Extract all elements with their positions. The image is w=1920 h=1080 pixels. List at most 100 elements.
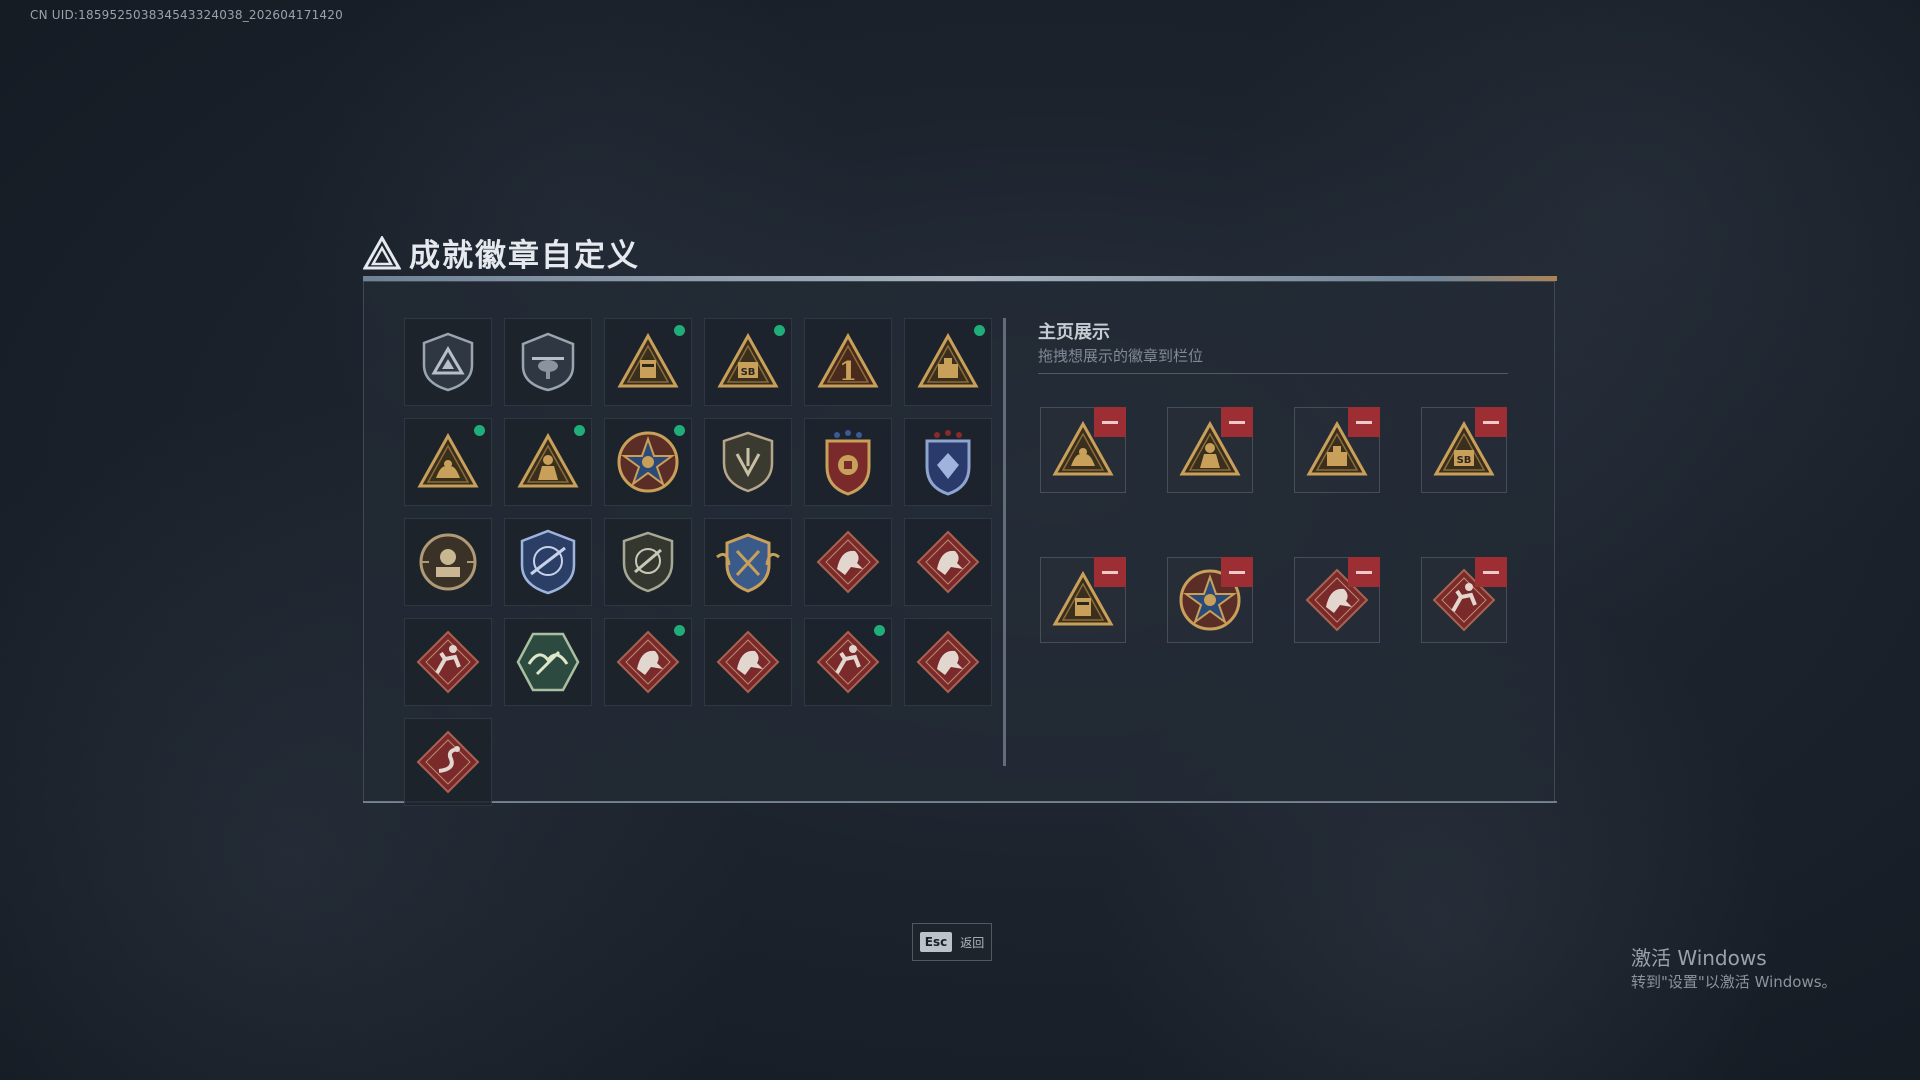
showcase-slot[interactable] bbox=[1167, 407, 1253, 493]
page-header: 成就徽章自定义 bbox=[363, 230, 640, 275]
red-diamond-runner-icon bbox=[415, 629, 481, 695]
badge-slot[interactable] bbox=[604, 418, 692, 506]
badge-slot[interactable] bbox=[504, 418, 592, 506]
badge-slot[interactable] bbox=[904, 618, 992, 706]
minus-icon bbox=[1483, 420, 1499, 424]
red-diamond-runner-icon bbox=[815, 629, 881, 695]
badge-slot[interactable] bbox=[704, 618, 792, 706]
green-hex-wings-icon bbox=[515, 630, 581, 694]
helicopter-shield-icon bbox=[518, 331, 578, 393]
new-badge-dot bbox=[674, 325, 685, 336]
badge-slot[interactable] bbox=[704, 418, 792, 506]
red-diamond-dragon-icon bbox=[615, 629, 681, 695]
showcase-hint: 拖拽想展示的徽章到栏位 bbox=[1038, 347, 1204, 365]
svg-text:SB: SB bbox=[741, 367, 756, 378]
remove-badge-button[interactable] bbox=[1348, 407, 1380, 437]
badge-slot[interactable] bbox=[404, 318, 492, 406]
windows-activation-title: 激活 Windows bbox=[1631, 946, 1767, 970]
round-soldier-icon bbox=[417, 531, 479, 593]
showcase-slot[interactable] bbox=[1421, 557, 1507, 643]
badge-slot[interactable] bbox=[504, 318, 592, 406]
new-badge-dot bbox=[674, 425, 685, 436]
shield-triangle-icon bbox=[420, 331, 476, 393]
uid-label: CN UID:185952503834543324038_20260417142… bbox=[30, 8, 343, 22]
red-diamond-serpent-icon bbox=[415, 729, 481, 795]
badge-slot[interactable] bbox=[904, 418, 992, 506]
crest-blue-icon bbox=[917, 427, 979, 497]
badge-collection-grid: SB 1 bbox=[404, 318, 992, 806]
triangle-fort-gold-icon bbox=[616, 332, 680, 392]
badge-slot[interactable] bbox=[404, 418, 492, 506]
remove-badge-button[interactable] bbox=[1221, 407, 1253, 437]
remove-badge-button[interactable] bbox=[1094, 557, 1126, 587]
back-label: 返回 bbox=[960, 935, 985, 950]
showcase-title: 主页展示 bbox=[1038, 322, 1110, 343]
panel-divider[interactable] bbox=[1003, 318, 1006, 766]
page-title: 成就徽章自定义 bbox=[409, 238, 640, 274]
triangle-crate-gold-icon bbox=[916, 332, 980, 392]
showcase-slots: SB bbox=[1040, 407, 1507, 643]
badge-slot[interactable] bbox=[804, 618, 892, 706]
badge-slot[interactable]: SB bbox=[704, 318, 792, 406]
remove-badge-button[interactable] bbox=[1475, 557, 1507, 587]
minus-icon bbox=[1102, 570, 1118, 574]
badge-slot[interactable] bbox=[404, 518, 492, 606]
svg-text:1: 1 bbox=[839, 357, 857, 387]
badge-slot[interactable] bbox=[804, 518, 892, 606]
showcase-slot[interactable] bbox=[1040, 407, 1126, 493]
minus-icon bbox=[1229, 420, 1245, 424]
showcase-slot[interactable] bbox=[1167, 557, 1253, 643]
red-diamond-dragon-icon bbox=[915, 629, 981, 695]
badge-slot[interactable] bbox=[404, 718, 492, 806]
back-button[interactable]: Esc 返回 bbox=[912, 923, 992, 961]
badge-slot[interactable] bbox=[604, 618, 692, 706]
minus-icon bbox=[1102, 420, 1118, 424]
badge-slot[interactable] bbox=[604, 518, 692, 606]
minus-icon bbox=[1356, 570, 1372, 574]
new-badge-dot bbox=[774, 325, 785, 336]
gold-winged-crest-icon bbox=[713, 527, 783, 597]
triangle-soldier-gold-icon bbox=[516, 432, 580, 492]
remove-badge-button[interactable] bbox=[1475, 407, 1507, 437]
shield-emblem-icon bbox=[719, 430, 777, 494]
badge-slot[interactable] bbox=[804, 418, 892, 506]
new-badge-dot bbox=[974, 325, 985, 336]
minus-icon bbox=[1356, 420, 1372, 424]
showcase-slot[interactable] bbox=[1294, 407, 1380, 493]
badge-slot[interactable] bbox=[704, 518, 792, 606]
delta-logo-icon bbox=[363, 235, 401, 270]
showcase-divider bbox=[1038, 373, 1508, 374]
svg-text:SB: SB bbox=[1457, 455, 1472, 466]
badge-slot[interactable] bbox=[404, 618, 492, 706]
red-diamond-dragon-icon bbox=[715, 629, 781, 695]
triangle-hands-gold-icon bbox=[416, 432, 480, 492]
triangle-number-one-icon: 1 bbox=[816, 332, 880, 392]
new-badge-dot bbox=[874, 625, 885, 636]
new-badge-dot bbox=[574, 425, 585, 436]
new-badge-dot bbox=[474, 425, 485, 436]
red-diamond-dragon-icon bbox=[815, 529, 881, 595]
badge-slot[interactable] bbox=[604, 318, 692, 406]
minus-icon bbox=[1483, 570, 1499, 574]
badge-slot[interactable] bbox=[504, 618, 592, 706]
star-medal-icon bbox=[615, 429, 681, 495]
badge-slot[interactable] bbox=[504, 518, 592, 606]
showcase-slot[interactable] bbox=[1040, 557, 1126, 643]
triangle-sb-gold-icon: SB bbox=[716, 332, 780, 392]
badge-slot[interactable] bbox=[904, 518, 992, 606]
remove-badge-button[interactable] bbox=[1348, 557, 1380, 587]
windows-activation-sub: 转到"设置"以激活 Windows。 bbox=[1631, 973, 1837, 991]
minus-icon bbox=[1229, 570, 1245, 574]
badge-slot[interactable] bbox=[904, 318, 992, 406]
red-diamond-dragon-icon bbox=[915, 529, 981, 595]
remove-badge-button[interactable] bbox=[1221, 557, 1253, 587]
new-badge-dot bbox=[674, 625, 685, 636]
blue-rifle-crest-icon bbox=[517, 528, 579, 596]
showcase-slot[interactable]: SB bbox=[1421, 407, 1507, 493]
badge-slot[interactable]: 1 bbox=[804, 318, 892, 406]
shield-rifle-icon bbox=[619, 530, 677, 594]
showcase-slot[interactable] bbox=[1294, 557, 1380, 643]
esc-key-hint: Esc bbox=[919, 932, 953, 952]
crest-red-gold-icon bbox=[817, 427, 879, 497]
remove-badge-button[interactable] bbox=[1094, 407, 1126, 437]
